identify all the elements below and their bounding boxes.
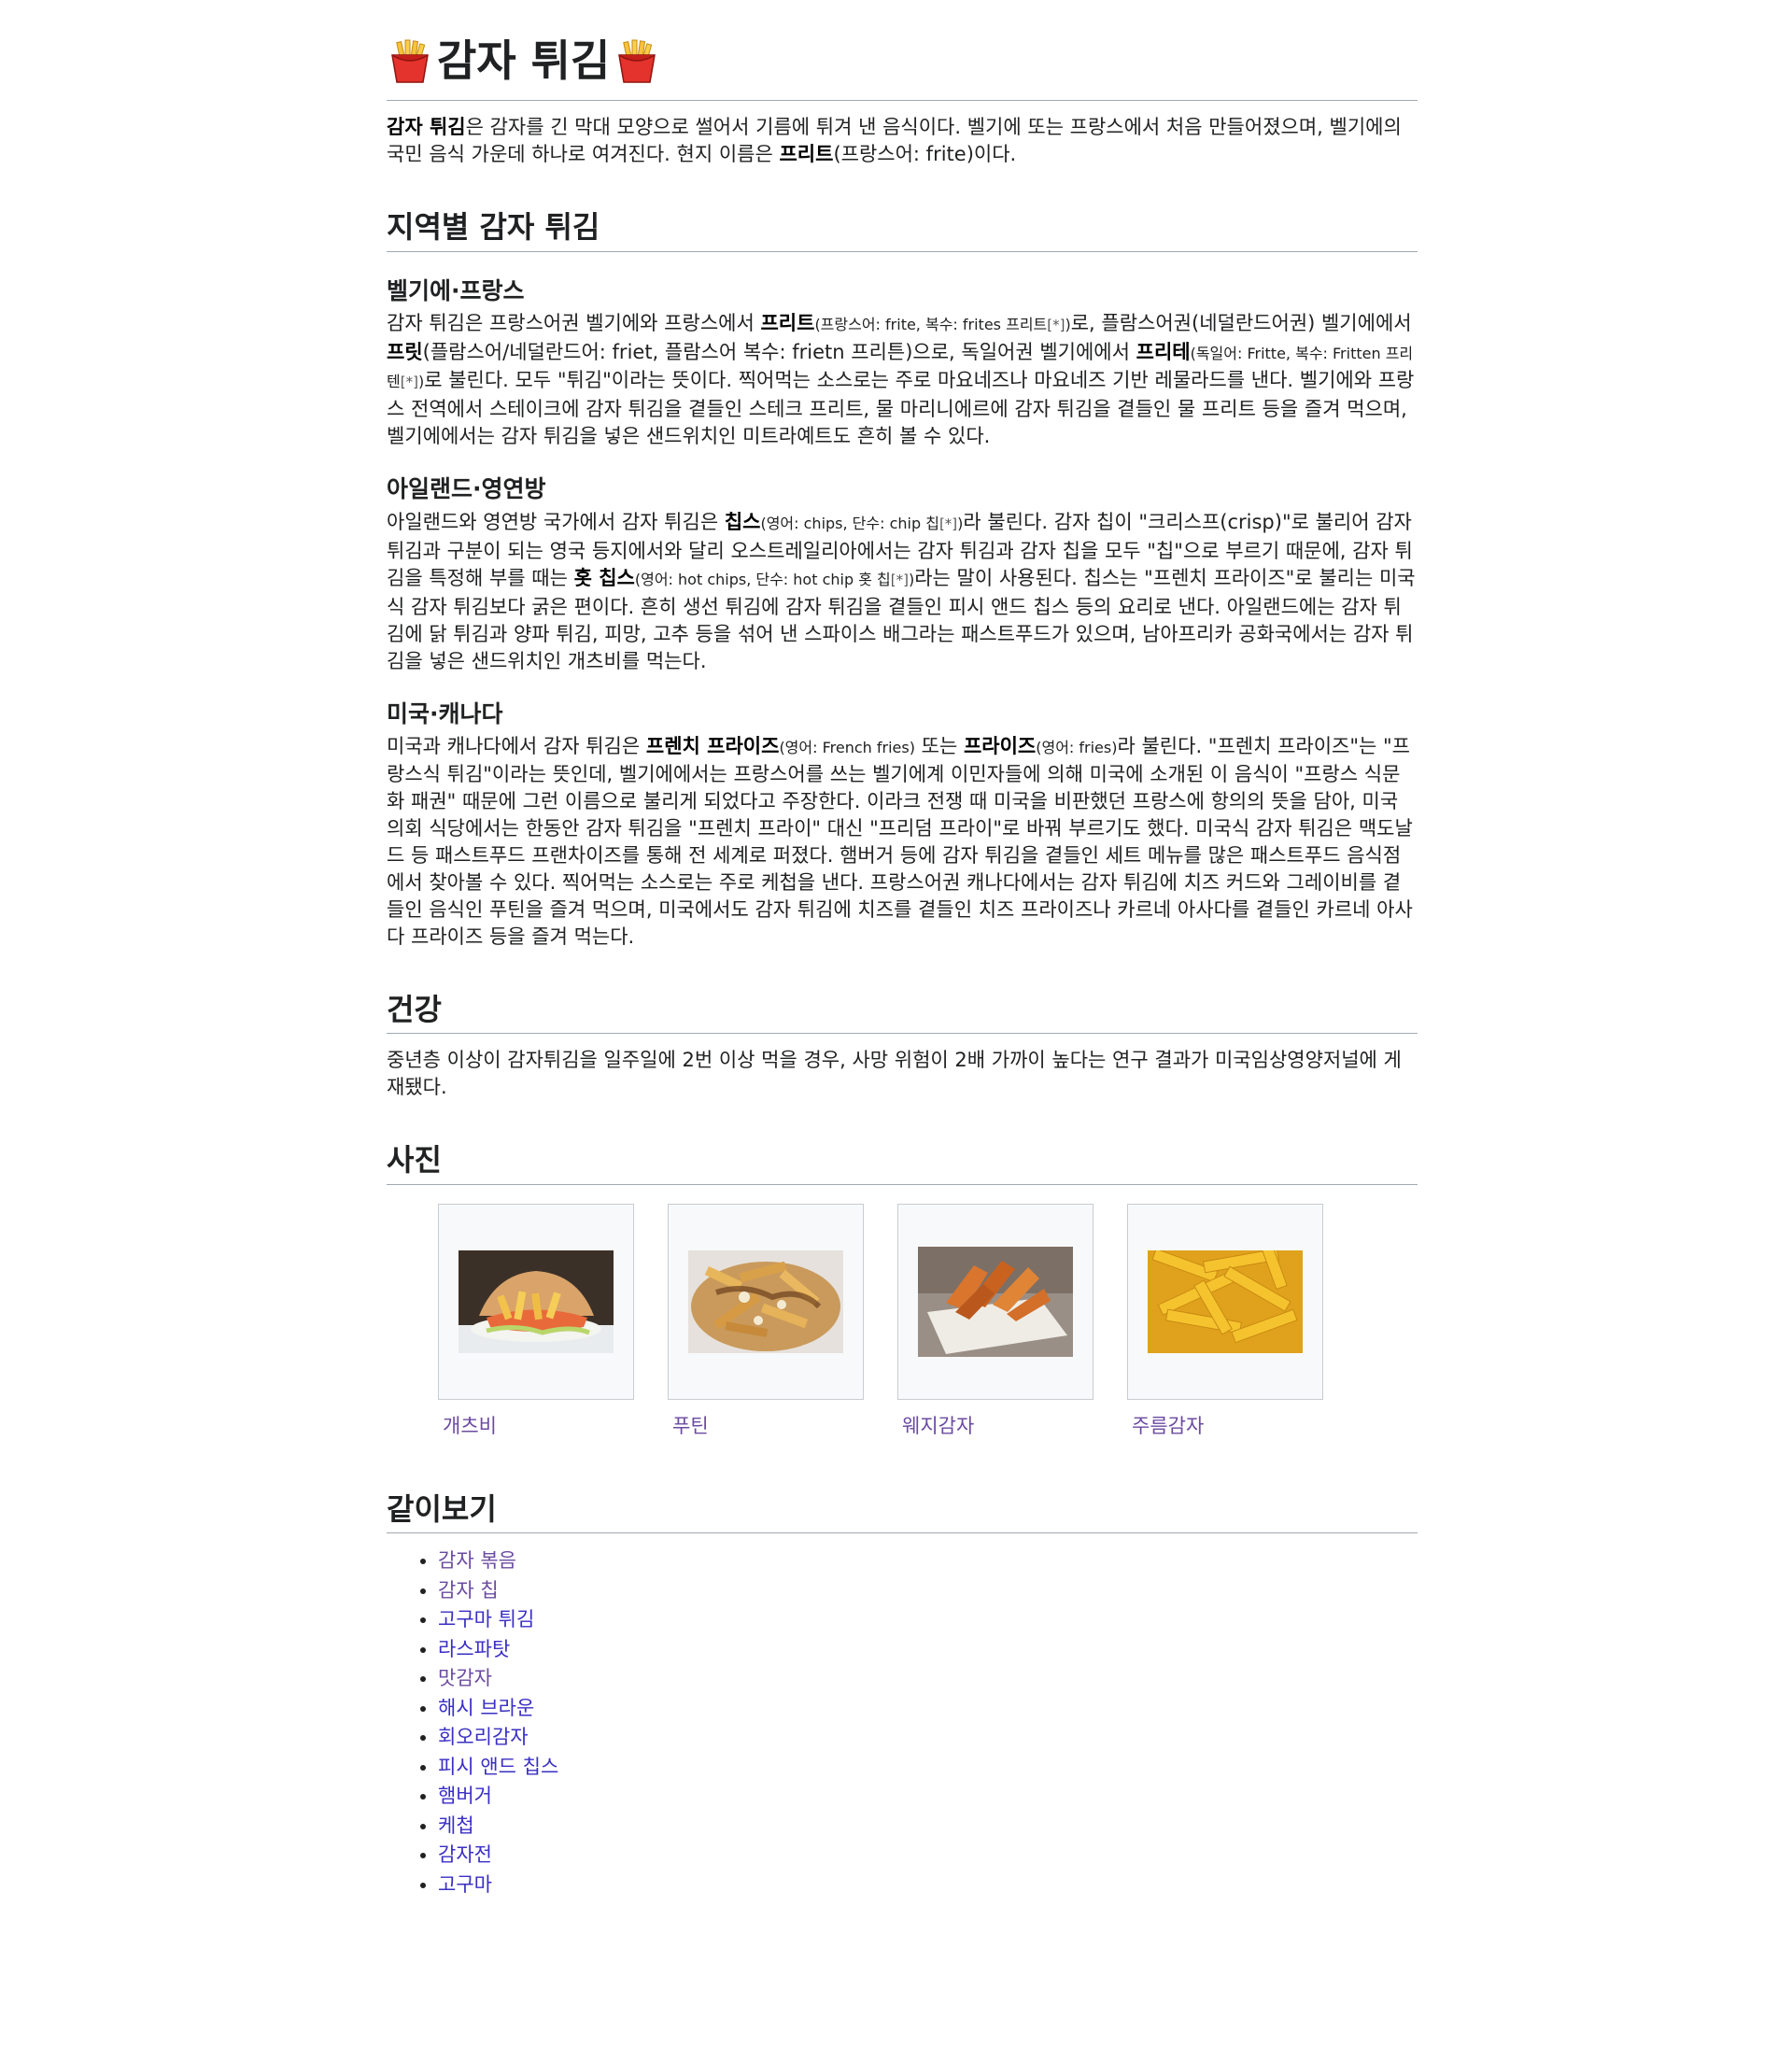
see-also-item: 감자 볶음 <box>438 1546 1418 1576</box>
health-paragraph: 중년층 이상이 감자튀김을 일주일에 2번 이상 먹을 경우, 사망 위험이 2… <box>387 1049 1402 1099</box>
potato-wedges-photo <box>918 1246 1073 1357</box>
see-also-item: 고구마 <box>438 1870 1418 1900</box>
gallery-caption-gatsby[interactable]: 개츠비 <box>438 1400 634 1439</box>
ireland-paragraph: 아일랜드와 영연방 국가에서 감자 튀김은 칩스(영어: chips, 단수: … <box>387 510 1416 672</box>
gallery-caption-wedges[interactable]: 웨지감자 <box>897 1400 1094 1439</box>
french-fries-icon <box>391 39 429 83</box>
section-heading-see-also: 같이보기 <box>387 1491 1418 1534</box>
french-fries-icon <box>618 39 656 83</box>
citation-link[interactable]: [*] <box>1047 317 1065 333</box>
gallery-caption-crinkle[interactable]: 주름감자 <box>1127 1400 1323 1439</box>
subsection-heading-belgium: 벨기에·프랑스 <box>387 276 525 304</box>
see-also-link[interactable]: 해시 브라운 <box>438 1697 534 1719</box>
see-also-link[interactable]: 회오리감자 <box>438 1726 529 1748</box>
see-also-item: 감자전 <box>438 1841 1418 1870</box>
gallery-item-gatsby: 개츠비 <box>438 1203 634 1439</box>
see-also-item: 피시 앤드 칩스 <box>438 1753 1418 1783</box>
gallery-thumbnail-wedges[interactable] <box>897 1203 1094 1400</box>
see-also-link[interactable]: 감자전 <box>438 1843 492 1866</box>
see-also-item: 맛감자 <box>438 1664 1418 1694</box>
citation-link[interactable]: [*] <box>939 515 957 532</box>
gallery-item-poutine: 푸틴 <box>668 1203 864 1439</box>
section-heading-health: 건강 <box>387 992 1418 1035</box>
see-also-link[interactable]: 햄버거 <box>438 1785 492 1807</box>
see-also-link[interactable]: 케첩 <box>438 1814 474 1837</box>
see-also-item: 회오리감자 <box>438 1723 1418 1753</box>
see-also-item: 햄버거 <box>438 1782 1418 1812</box>
see-also-link[interactable]: 감자 볶음 <box>438 1549 516 1572</box>
photo-gallery: 개츠비 푸틴 웨지감자 주름감자 <box>438 1203 1418 1439</box>
see-also-item: 해시 브라운 <box>438 1694 1418 1724</box>
poutine-photo <box>688 1249 843 1353</box>
see-also-link[interactable]: 피시 앤드 칩스 <box>438 1756 558 1778</box>
see-also-link[interactable]: 고구마 튀김 <box>438 1608 534 1630</box>
see-also-link[interactable]: 고구마 <box>438 1873 492 1896</box>
page-title: 감자 튀김 <box>387 28 1418 102</box>
see-also-list: 감자 볶음 감자 칩 고구마 튀김 라스파탓 맛감자 해시 브라운 회오리감자 … <box>387 1546 1418 1899</box>
citation-link[interactable]: [*] <box>891 572 909 588</box>
subsection-heading-ireland: 아일랜드·영연방 <box>387 475 546 503</box>
gatsby-photo <box>459 1249 614 1353</box>
intro-paragraph: 감자 튀김은 감자를 긴 막대 모양으로 썰어서 기름에 튀겨 낸 음식이다. … <box>387 116 1402 166</box>
page-title-text: 감자 튀김 <box>437 35 611 86</box>
subsection-heading-usa: 미국·캐나다 <box>387 699 503 727</box>
citation-link[interactable]: [*] <box>401 374 418 390</box>
section-heading-regional: 지역별 감자 튀김 <box>387 209 1418 252</box>
crinkle-fries-photo <box>1148 1249 1303 1353</box>
article: 감자 튀김 감자 튀김은 감자를 긴 막대 모양으로 썰어서 기름에 튀겨 낸 … <box>387 28 1418 1899</box>
gallery-thumbnail-gatsby[interactable] <box>438 1203 634 1400</box>
gallery-thumbnail-poutine[interactable] <box>668 1203 864 1400</box>
belgium-paragraph: 감자 튀김은 프랑스어권 벨기에와 프랑스에서 프리트(프랑스어: frite,… <box>387 312 1415 448</box>
see-also-item: 감자 칩 <box>438 1576 1418 1606</box>
gallery-thumbnail-crinkle[interactable] <box>1127 1203 1323 1400</box>
usa-paragraph: 미국과 캐나다에서 감자 튀김은 프렌치 프라이즈(영어: French fri… <box>387 735 1413 949</box>
see-also-item: 고구마 튀김 <box>438 1605 1418 1635</box>
gallery-caption-poutine[interactable]: 푸틴 <box>668 1400 864 1439</box>
see-also-link[interactable]: 감자 칩 <box>438 1579 499 1602</box>
see-also-link[interactable]: 라스파탓 <box>438 1638 510 1660</box>
section-heading-photos: 사진 <box>387 1142 1418 1185</box>
gallery-item-crinkle: 주름감자 <box>1127 1203 1323 1439</box>
gallery-item-wedges: 웨지감자 <box>897 1203 1094 1439</box>
see-also-item: 라스파탓 <box>438 1635 1418 1665</box>
see-also-link[interactable]: 맛감자 <box>438 1667 492 1689</box>
see-also-item: 케첩 <box>438 1812 1418 1842</box>
